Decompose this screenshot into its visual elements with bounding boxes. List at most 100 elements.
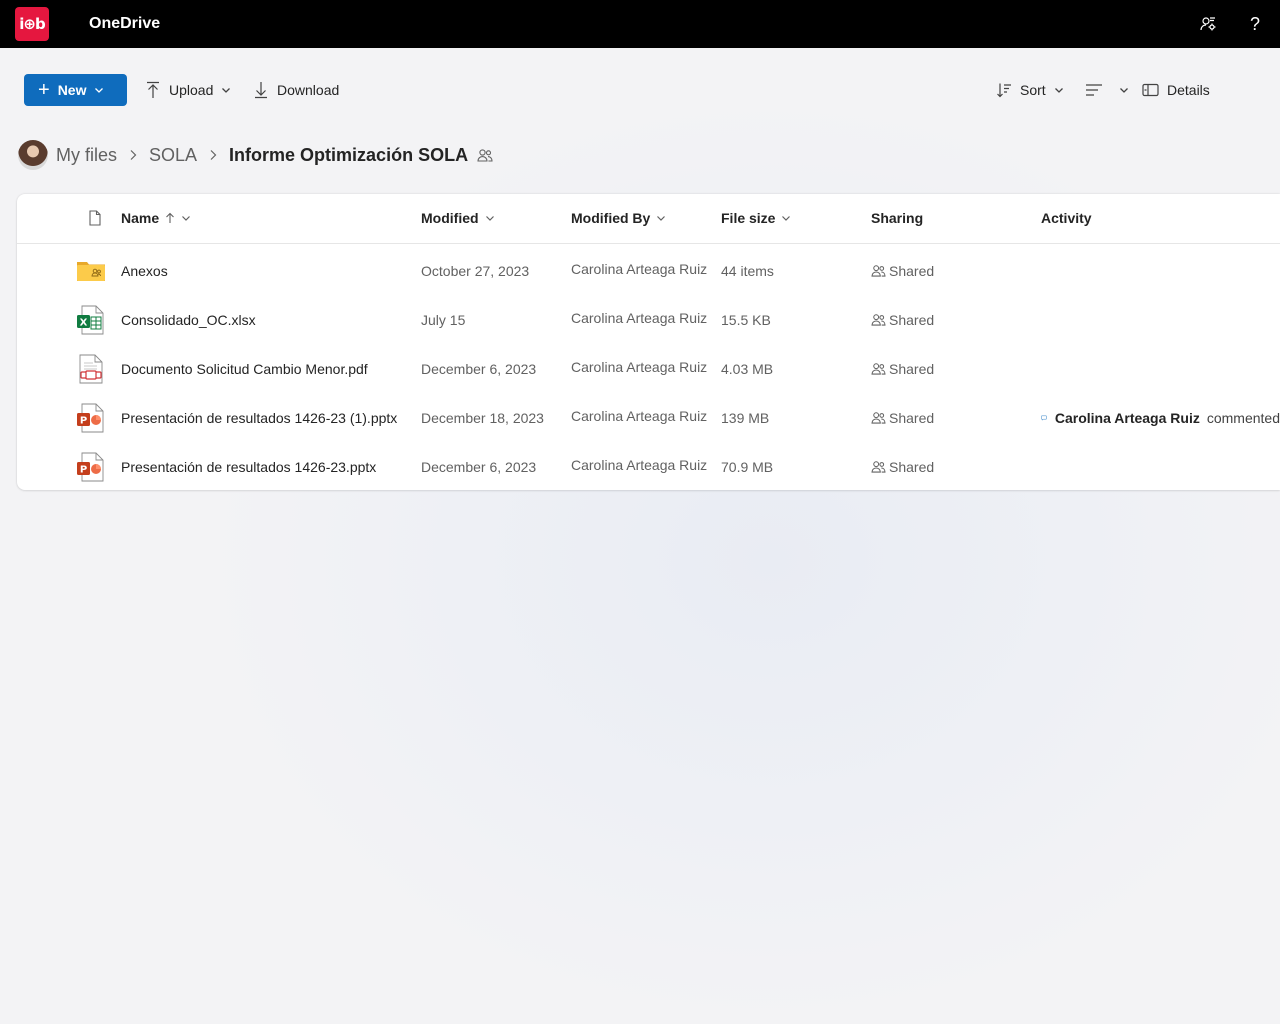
chevron-right-icon <box>209 149 217 161</box>
activity-cell[interactable]: Carolina Arteaga Ruiz commented <box>1041 393 1280 442</box>
app-title[interactable]: OneDrive <box>89 15 160 33</box>
list-view-icon <box>1086 84 1102 96</box>
avatar[interactable] <box>18 140 48 170</box>
top-bar: i⊕b OneDrive ? <box>0 0 1280 48</box>
breadcrumb-my-files[interactable]: My files <box>56 145 117 166</box>
file-type-column-icon[interactable] <box>83 210 101 226</box>
file-size: 139 MB <box>721 409 770 426</box>
modified-date: December 18, 2023 <box>421 409 544 426</box>
column-header-modified-by[interactable]: Modified By <box>571 210 666 226</box>
sharing-label: Shared <box>889 311 935 328</box>
shared-people-icon <box>871 363 886 375</box>
modified-by[interactable]: Carolina Arteaga Ruiz <box>571 391 707 440</box>
modified-by[interactable]: Carolina Arteaga Ruiz <box>571 244 707 293</box>
column-modified-label: Modified <box>421 210 479 226</box>
table-row[interactable]: X Consolidado_OC.xlsx July 15 Carolina A… <box>17 295 1280 344</box>
column-name-label: Name <box>121 210 160 226</box>
shared-people-icon <box>871 314 886 326</box>
download-icon <box>255 82 267 99</box>
file-name[interactable]: Anexos <box>121 246 168 295</box>
excel-file-icon: X <box>76 305 106 335</box>
powerpoint-file-icon: P <box>76 403 106 433</box>
breadcrumb-sola[interactable]: SOLA <box>149 145 197 166</box>
sharing-status[interactable]: Shared <box>871 246 934 295</box>
chevron-down-icon <box>1120 88 1128 93</box>
file-size: 70.9 MB <box>721 458 774 475</box>
chevron-down-icon <box>95 88 104 93</box>
modified-by[interactable]: Carolina Arteaga Ruiz <box>571 342 707 391</box>
sharing-label: Shared <box>889 458 935 475</box>
details-pane-icon <box>1142 83 1159 97</box>
pdf-file-icon <box>76 354 106 384</box>
breadcrumb-current-folder[interactable]: Informe Optimización SOLA <box>229 145 468 166</box>
shared-people-icon <box>871 461 886 473</box>
command-bar: + New Upload Download Sort Details <box>0 70 1280 110</box>
table-row[interactable]: P Presentación de resultados 1426-23.ppt… <box>17 442 1280 491</box>
upload-button[interactable]: Upload <box>145 74 231 106</box>
sort-icon <box>997 83 1011 98</box>
table-row[interactable]: P Presentación de resultados 1426-23 (1)… <box>17 393 1280 442</box>
upload-icon <box>147 81 159 98</box>
powerpoint-file-icon: P <box>76 452 106 482</box>
file-name[interactable]: Presentación de resultados 1426-23 (1).p… <box>121 393 397 442</box>
activity-text: commented <box>1206 409 1280 426</box>
modified-date: July 15 <box>421 311 466 328</box>
shared-people-icon <box>477 148 493 162</box>
chevron-down-icon <box>657 216 666 221</box>
svg-text:P: P <box>80 416 87 427</box>
sort-button[interactable]: Sort <box>996 74 1064 106</box>
column-header-name[interactable]: Name <box>121 210 191 226</box>
file-size: 15.5 KB <box>721 311 771 328</box>
column-sharing-label: Sharing <box>871 210 924 226</box>
column-file-size-label: File size <box>721 210 776 226</box>
plus-icon: + <box>38 79 50 101</box>
table-row[interactable]: Anexos October 27, 2023 Carolina Arteaga… <box>17 246 1280 295</box>
comment-icon <box>1041 415 1047 421</box>
upload-label: Upload <box>169 82 214 98</box>
shared-people-icon <box>871 412 886 424</box>
modified-date: December 6, 2023 <box>421 360 537 377</box>
modified-by[interactable]: Carolina Arteaga Ruiz <box>571 293 707 342</box>
file-list: Name Modified Modified By File size Shar… <box>17 194 1280 490</box>
column-modified-by-label: Modified By <box>571 210 651 226</box>
new-button[interactable]: + New <box>24 74 127 106</box>
file-name[interactable]: Documento Solicitud Cambio Menor.pdf <box>121 344 368 393</box>
shared-people-icon <box>871 265 886 277</box>
svg-text:X: X <box>80 318 88 329</box>
sharing-status[interactable]: Shared <box>871 344 934 393</box>
breadcrumb: My files SOLA Informe Optimización SOLA <box>18 138 493 172</box>
file-list-header: Name Modified Modified By File size Shar… <box>17 194 1280 244</box>
modified-date: December 6, 2023 <box>421 458 537 475</box>
file-name[interactable]: Presentación de resultados 1426-23.pptx <box>121 442 376 491</box>
table-row[interactable]: Documento Solicitud Cambio Menor.pdf Dec… <box>17 344 1280 393</box>
chevron-down-icon <box>182 216 191 221</box>
column-header-file-size[interactable]: File size <box>721 210 791 226</box>
chevron-down-icon <box>485 216 494 221</box>
sort-ascending-icon <box>166 212 175 223</box>
sharing-status[interactable]: Shared <box>871 393 934 442</box>
svg-text:P: P <box>80 465 87 476</box>
company-logo[interactable]: i⊕b <box>15 7 49 41</box>
download-button[interactable]: Download <box>253 74 339 106</box>
chevron-down-icon <box>222 88 231 93</box>
column-header-sharing[interactable]: Sharing <box>871 210 923 226</box>
chevron-right-icon <box>129 149 137 161</box>
help-icon[interactable]: ? <box>1243 12 1267 36</box>
sharing-status[interactable]: Shared <box>871 442 934 491</box>
column-activity-label: Activity <box>1041 210 1092 226</box>
sharing-status[interactable]: Shared <box>871 295 934 344</box>
details-label: Details <box>1167 82 1210 98</box>
modified-by[interactable]: Carolina Arteaga Ruiz <box>571 440 707 489</box>
column-header-modified[interactable]: Modified <box>421 210 495 226</box>
activity-user[interactable]: Carolina Arteaga Ruiz <box>1055 410 1200 426</box>
view-options-button[interactable] <box>1085 74 1129 106</box>
file-name[interactable]: Consolidado_OC.xlsx <box>121 295 256 344</box>
sharing-label: Shared <box>889 262 935 279</box>
sort-label: Sort <box>1020 82 1046 98</box>
details-button[interactable]: Details <box>1142 74 1210 106</box>
people-settings-icon[interactable] <box>1196 12 1220 36</box>
file-size: 44 items <box>721 262 774 279</box>
file-size: 4.03 MB <box>721 360 774 377</box>
column-header-activity[interactable]: Activity <box>1041 210 1092 226</box>
chevron-down-icon <box>1054 88 1063 93</box>
